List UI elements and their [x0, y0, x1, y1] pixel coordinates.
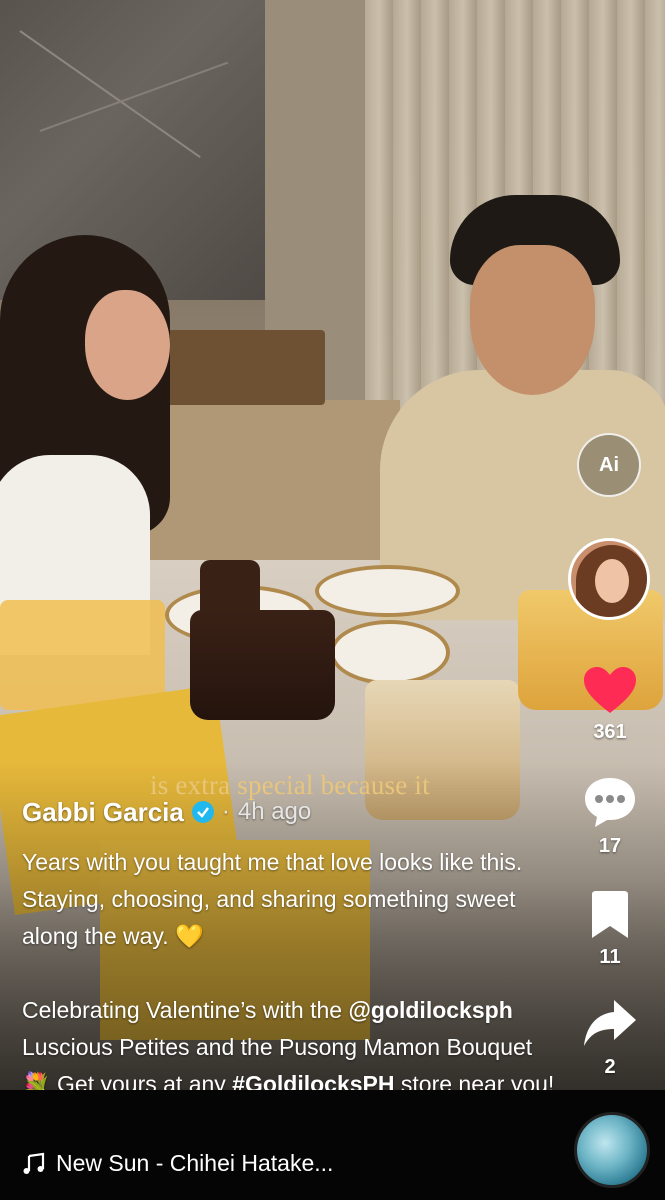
- caption-paragraph: Years with you taught me that love looks…: [22, 849, 523, 949]
- save-count: 11: [599, 946, 621, 968]
- caption-block: Gabbi Garcia · 4h ago Years with you tau…: [22, 790, 562, 1140]
- share-button[interactable]: 2: [575, 998, 645, 1079]
- separator: ·: [221, 798, 230, 825]
- save-button[interactable]: 11: [575, 890, 645, 969]
- like-count: 361: [593, 721, 627, 743]
- chocolate-cake: [190, 610, 335, 720]
- share-count: 2: [604, 1056, 616, 1078]
- creator-avatar[interactable]: [568, 538, 650, 620]
- plate: [315, 565, 460, 617]
- ai-icon: Ai: [599, 453, 619, 476]
- music-disc[interactable]: [574, 1112, 650, 1188]
- pastry-bag: [0, 600, 165, 710]
- comment-count: 17: [598, 835, 622, 857]
- music-bar: [0, 1090, 665, 1200]
- music-info[interactable]: New Sun - Chihei Hatake...: [22, 1150, 333, 1177]
- plate: [330, 620, 450, 685]
- ai-button[interactable]: Ai: [577, 433, 641, 497]
- heart-icon: [584, 667, 636, 713]
- comment-icon: [585, 778, 635, 827]
- author-name[interactable]: Gabbi Garcia: [22, 797, 184, 828]
- music-title: New Sun - Chihei Hatake...: [56, 1150, 334, 1176]
- like-button[interactable]: 361: [575, 665, 645, 744]
- mention-link[interactable]: @goldilocksph: [348, 997, 512, 1023]
- share-icon: [584, 1000, 636, 1046]
- music-note-icon: [23, 1152, 45, 1174]
- bookmark-icon: [592, 891, 628, 938]
- woman-figure: [0, 235, 190, 655]
- post-time: 4h ago: [237, 798, 312, 825]
- comment-button[interactable]: 17: [575, 775, 645, 858]
- verified-icon: [191, 801, 214, 823]
